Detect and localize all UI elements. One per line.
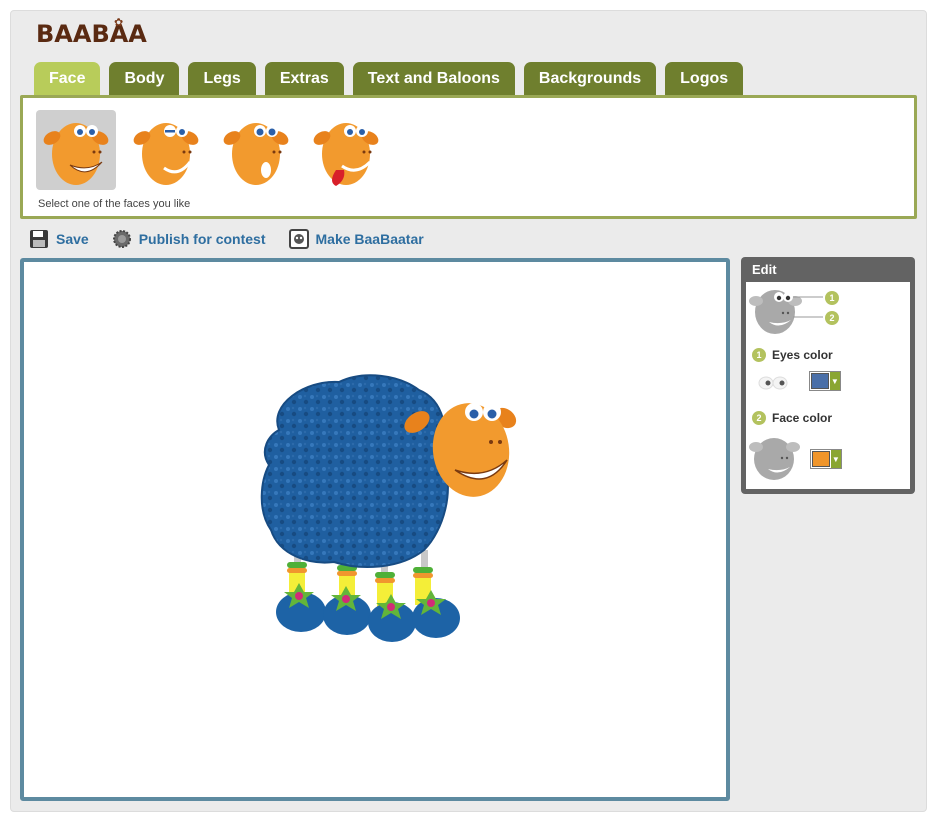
eyes-color-picker[interactable]: ▼ [809,371,841,391]
tab-logos[interactable]: Logos [665,62,744,96]
publish-for-contest-button[interactable]: Publish for contest [111,228,266,250]
make-baabaatar-button[interactable]: Make BaaBaatar [288,228,424,250]
sheep-wool-body [260,374,449,568]
face-preview-icon [749,438,800,480]
tab-bar: Face Body Legs Extras Text and Baloons B… [34,62,752,96]
tab-legs[interactable]: Legs [188,62,256,96]
tab-body[interactable]: Body [109,62,180,96]
gear-badge-icon [111,228,133,250]
face-diagram-icon [749,290,823,334]
toolbar: Save Publish for contest Make BaaBaatar [28,228,446,250]
chevron-down-icon: ▼ [829,372,840,390]
logo-text: BAABAA [36,20,147,48]
tab-extras[interactable]: Extras [264,62,344,96]
face-hint-text: Select one of the faces you like [38,198,191,210]
sheep-avatar-icon [288,228,310,250]
edit-panel-title: Edit [752,262,777,277]
flower-icon: ✿ [114,16,124,29]
face-badge: 2 [752,411,766,425]
sheep-character[interactable] [249,370,539,660]
baabaa-logo: BAABAA ✿ [36,16,147,48]
face-color-swatch [812,451,830,467]
eyes-color-label: 1 Eyes color [752,348,833,362]
save-button[interactable]: Save [28,228,89,250]
floppy-disk-icon [28,228,50,250]
eyes-preview-icon [758,376,788,390]
surprised-face-icon [223,123,289,185]
tab-backgrounds[interactable]: Backgrounds [523,62,657,96]
eyes-color-text: Eyes color [772,348,833,362]
face-color-picker[interactable]: ▼ [810,449,842,469]
tongue-face-icon [313,123,379,186]
edit-panel-body: 1 2 1 Eyes color ▼ 2 Face color ▼ [746,282,910,489]
eyes-badge: 1 [752,348,766,362]
chevron-down-icon: ▼ [830,450,841,468]
tab-face[interactable]: Face [34,62,101,96]
save-label: Save [56,231,89,247]
publish-label: Publish for contest [138,231,266,247]
face-option-tongue[interactable] [306,110,386,190]
tab-text-and-baloons[interactable]: Text and Baloons [352,62,515,96]
drawing-canvas[interactable] [20,258,730,801]
sheep-shoes [276,583,460,642]
grin-face-icon [43,123,109,185]
face-option-grin[interactable] [36,110,116,190]
callout-badge-1: 1 [825,291,839,305]
eyes-color-swatch [811,373,829,389]
face-color-text: Face color [772,411,833,425]
face-option-wink[interactable] [126,110,206,190]
make-label: Make BaaBaatar [315,231,424,247]
face-color-label: 2 Face color [752,411,832,425]
wink-face-icon [133,123,199,185]
face-option-surprised[interactable] [216,110,296,190]
edit-panel: Edit 1 2 1 Eyes color ▼ 2 Face color ▼ [741,257,915,494]
face-selection-panel: Select one of the faces you like [20,95,917,219]
callout-badge-2: 2 [825,311,839,325]
